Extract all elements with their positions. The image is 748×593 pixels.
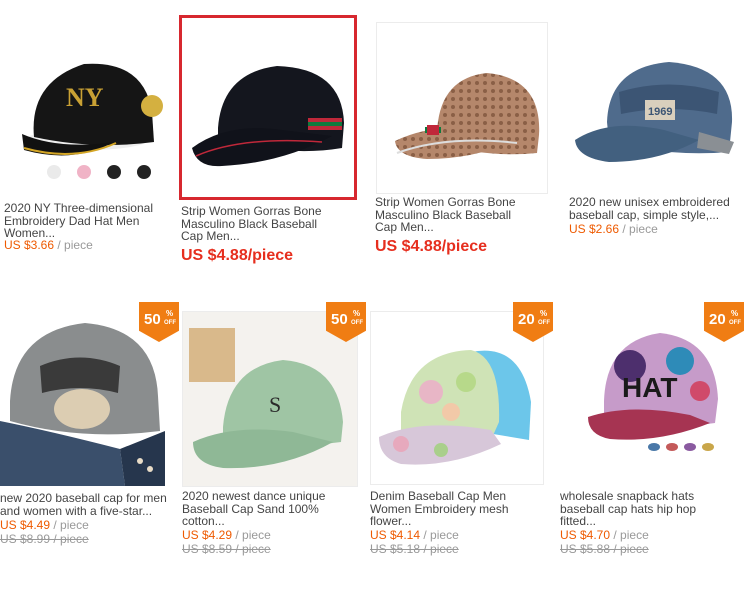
product-price: US $4.29 / piece [182,528,271,542]
product-title[interactable]: new 2020 baseball cap for men and women … [0,492,180,520]
price-unit: / piece [619,222,658,236]
product-image[interactable] [376,22,548,194]
badge-percent-sign: % [731,309,739,318]
price-value: US $4.29 [182,528,233,542]
svg-text:NY: NY [66,83,104,112]
original-price: US $8.99 / piece [0,532,89,546]
product-image[interactable]: 1969 [569,22,739,192]
badge-off-label: OFF [351,320,363,326]
badge-percent-value: 20 [518,311,535,328]
original-price: US $5.18 / piece [370,542,459,556]
product-title[interactable]: 2020 newest dance unique Baseball Cap Sa… [182,490,358,530]
badge-off-label: OFF [164,320,176,326]
price-value: US $3.66 [4,238,55,252]
badge-percent-sign: % [353,309,361,318]
badge-percent-value: 50 [144,311,161,328]
price-unit: / piece [54,238,93,252]
badge-percent-sign: % [166,309,174,318]
product-price: US $3.66 / piece [4,238,93,252]
product-image[interactable]: NY [4,22,164,192]
badge-percent-sign: % [540,309,548,318]
price-unit: / piece [420,528,459,542]
product-image[interactable]: HAT [560,311,736,487]
product-image[interactable] [370,311,544,485]
product-price: US $2.66 / piece [569,222,658,236]
price-value: US $4.49 [0,518,51,532]
price-value: US $4.70 [560,528,611,542]
product-price: US $4.88/piece [375,238,488,255]
product-title[interactable]: Denim Baseball Cap Men Women Embroidery … [370,490,546,530]
selection-highlight [179,15,357,200]
product-image[interactable]: S [182,311,358,487]
svg-text:S: S [269,392,281,417]
badge-percent-value: 20 [709,311,726,328]
price-unit: / piece [610,528,649,542]
product-price: US $4.70 / piece [560,528,649,542]
product-title[interactable]: 2020 NY Three-dimensional Embroidery Dad… [4,202,164,242]
product-title[interactable]: Strip Women Gorras Bone Masculino Black … [181,205,357,245]
product-price: US $4.14 / piece [370,528,459,542]
cap-front-text: HAT [622,372,677,403]
badge-off-label: OFF [729,320,741,326]
price-unit: / piece [50,518,89,532]
badge-percent-value: 50 [331,311,348,328]
product-price: US $4.88/piece [181,247,294,264]
price-unit: / piece [232,528,271,542]
product-image[interactable] [0,311,165,486]
product-price: US $4.49 / piece [0,518,89,532]
original-price: US $8.59 / piece [182,542,271,556]
original-price: US $5.88 / piece [560,542,649,556]
patch-text: 1969 [648,106,672,118]
product-title[interactable]: 2020 new unisex embroidered baseball cap… [569,196,739,224]
price-value: US $4.14 [370,528,421,542]
product-title[interactable]: wholesale snapback hats baseball cap hat… [560,490,736,530]
product-title[interactable]: Strip Women Gorras Bone Masculino Black … [375,196,545,236]
badge-off-label: OFF [538,320,550,326]
price-value: US $2.66 [569,222,620,236]
